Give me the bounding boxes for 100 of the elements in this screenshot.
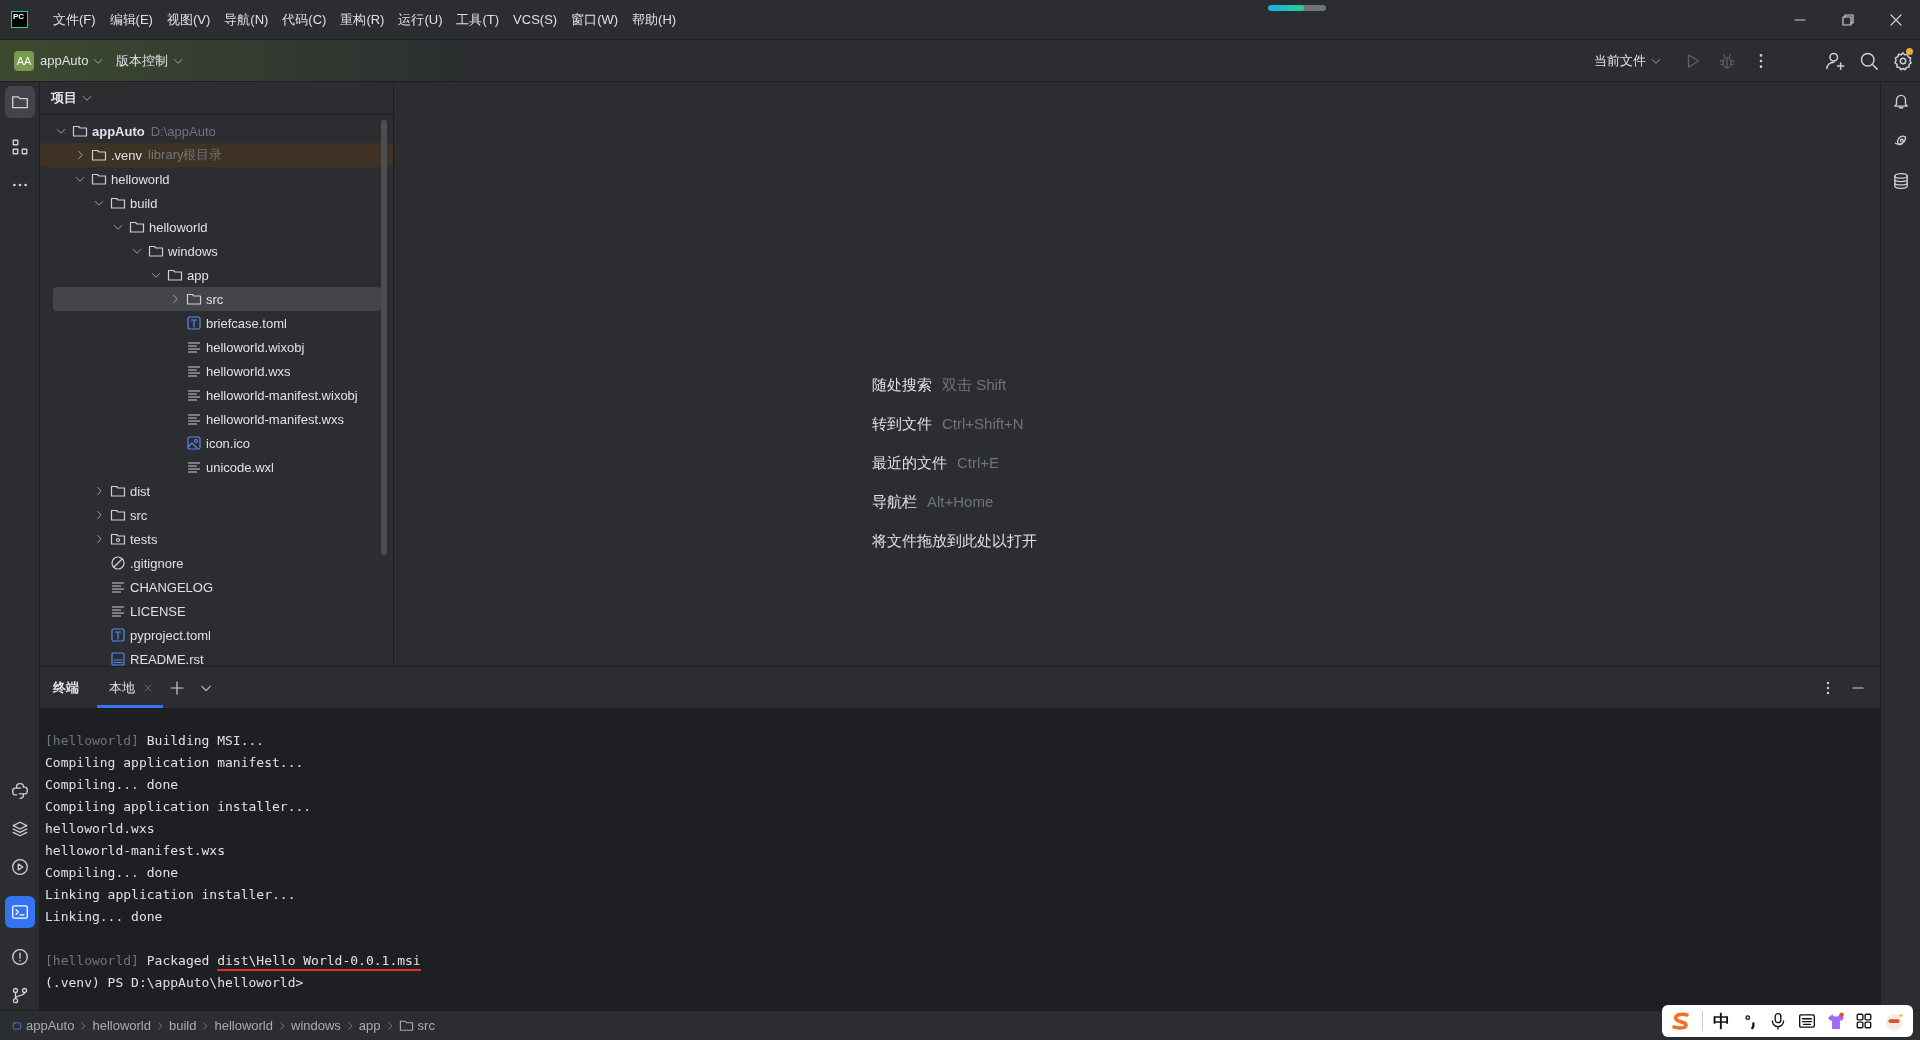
structure-icon[interactable] xyxy=(10,138,29,156)
toml-file-icon xyxy=(186,315,202,331)
tree-item[interactable]: build xyxy=(53,191,381,215)
tree-item[interactable]: appAuto D:\appAuto xyxy=(53,119,381,143)
breadcrumb[interactable]: helloworld xyxy=(92,1018,151,1033)
tree-item[interactable]: icon.ico xyxy=(53,431,381,455)
tree-item[interactable]: unicode.wxl xyxy=(53,455,381,479)
menu-item[interactable]: 文件(F) xyxy=(46,10,103,29)
menu-item[interactable]: 编辑(E) xyxy=(102,10,160,29)
terminal-line: helloworld-manifest.wxs xyxy=(45,843,225,858)
layers-icon[interactable] xyxy=(10,820,29,838)
tree-item[interactable]: helloworld xyxy=(53,167,381,191)
shortcut-text: Ctrl+E xyxy=(957,453,1000,473)
menu-item[interactable]: 重构(R) xyxy=(333,10,392,29)
tree-item[interactable]: helloworld.wixobj xyxy=(53,335,381,359)
tree-item[interactable]: helloworld xyxy=(53,215,381,239)
keyboard-icon[interactable] xyxy=(1798,1012,1816,1030)
breadcrumb[interactable]: app xyxy=(358,1018,381,1033)
menu-item[interactable]: 导航(N) xyxy=(217,10,276,29)
file-name: helloworld-manifest.wixobj xyxy=(206,387,358,403)
file-name: unicode.wxl xyxy=(206,459,274,475)
tree-item[interactable]: dist xyxy=(53,479,381,503)
hint-label: 随处搜索 xyxy=(872,375,932,395)
add-icon[interactable] xyxy=(169,679,185,696)
rst-file-icon xyxy=(110,651,126,666)
menu-item[interactable]: 运行(U) xyxy=(391,10,450,29)
tree-item[interactable]: helloworld.wxs xyxy=(53,359,381,383)
breadcrumb[interactable]: src xyxy=(398,1018,435,1033)
module-icon xyxy=(12,1020,22,1031)
database-icon[interactable] xyxy=(1891,172,1910,190)
breadcrumb[interactable]: windows xyxy=(291,1018,341,1033)
file-name: icon.ico xyxy=(206,435,251,451)
tree-item[interactable]: .venv library根目录 xyxy=(40,143,393,167)
tree-item[interactable]: README.rst xyxy=(53,647,381,666)
menu-item[interactable]: VCS(S) xyxy=(506,12,565,27)
panel-title[interactable]: 项目 xyxy=(51,89,77,107)
file-name: .gitignore xyxy=(130,555,184,571)
breadcrumb[interactable]: appAuto xyxy=(12,1018,75,1033)
tree-item[interactable]: windows xyxy=(53,239,381,263)
shirt-icon[interactable] xyxy=(1826,1012,1845,1030)
add-user-icon[interactable] xyxy=(1825,50,1845,71)
run-config-dropdown[interactable]: 当前文件 xyxy=(1588,47,1668,74)
file-name: pyproject.toml xyxy=(130,627,211,643)
tree-item[interactable]: helloworld-manifest.wixobj xyxy=(53,383,381,407)
hint-label: 最近的文件 xyxy=(872,453,947,473)
breadcrumb[interactable]: helloworld xyxy=(214,1018,273,1033)
tree-item[interactable]: briefcase.toml xyxy=(53,311,381,335)
menu-item[interactable]: 帮助(H) xyxy=(625,10,684,29)
terminal-line: Compiling... done xyxy=(45,865,179,880)
shortcut-text: Ctrl+Shift+N xyxy=(942,414,1024,434)
git-icon[interactable] xyxy=(10,986,29,1004)
input-mode-toggle[interactable]: 中 xyxy=(1713,1009,1731,1033)
folder-icon[interactable] xyxy=(10,93,29,111)
breadcrumb[interactable]: build xyxy=(169,1018,197,1033)
run-circle-icon[interactable] xyxy=(10,858,29,876)
folder-icon xyxy=(398,1018,414,1033)
tree-item[interactable]: pyproject.toml xyxy=(53,623,381,647)
tree-item[interactable]: LICENSE xyxy=(53,599,381,623)
tree-item[interactable]: CHANGELOG xyxy=(53,575,381,599)
menu-item[interactable]: 工具(T) xyxy=(449,10,507,29)
tree-item[interactable]: tests xyxy=(53,527,381,551)
terminal-line: [helloworld] Building MSI... xyxy=(45,733,265,748)
tree-item[interactable]: .gitignore xyxy=(53,551,381,575)
restore-icon[interactable] xyxy=(1840,11,1856,28)
file-name: src xyxy=(130,507,148,523)
ime-logo-icon[interactable] xyxy=(1671,1012,1692,1030)
settings-icon[interactable] xyxy=(1893,50,1913,71)
tree-item[interactable]: app xyxy=(53,263,381,287)
mascot-icon[interactable] xyxy=(1883,1011,1904,1031)
bell-icon[interactable] xyxy=(1891,92,1910,110)
terminal-tab[interactable]: 本地 xyxy=(97,667,163,708)
text-file-icon xyxy=(186,459,202,475)
tree-item[interactable]: helloworld-manifest.wxs xyxy=(53,407,381,431)
terminal-icon[interactable] xyxy=(10,903,29,921)
file-name: README.rst xyxy=(130,651,204,666)
tree-item[interactable]: src xyxy=(53,503,381,527)
file-name: helloworld-manifest.wxs xyxy=(206,411,344,427)
apps-grid-icon[interactable] xyxy=(1855,1012,1874,1030)
vcs-dropdown[interactable]: 版本控制 xyxy=(110,47,191,74)
folder-icon xyxy=(148,243,164,259)
terminal-line: Compiling application installer... xyxy=(45,799,312,814)
folder-icon xyxy=(110,195,126,211)
file-name: .venv xyxy=(111,147,143,163)
project-dropdown[interactable]: appAuto xyxy=(34,49,111,72)
search-icon[interactable] xyxy=(1859,50,1879,71)
menu-item[interactable]: 窗口(W) xyxy=(564,10,626,29)
hint-label: 导航栏 xyxy=(872,492,917,512)
file-name: appAuto xyxy=(92,123,145,139)
menu-item[interactable]: 代码(C) xyxy=(275,10,334,29)
toml-file-icon xyxy=(110,627,126,643)
file-name: src xyxy=(206,291,224,307)
python-icon[interactable] xyxy=(10,782,29,800)
app-logo[interactable]: PC xyxy=(11,11,28,28)
menu-item[interactable]: 视图(V) xyxy=(159,10,218,29)
terminal-line: Compiling application manifest... xyxy=(45,755,304,770)
path-hint: D:\appAuto xyxy=(150,123,216,139)
tree-item[interactable]: src xyxy=(53,287,381,311)
problems-icon[interactable] xyxy=(10,948,29,966)
folder-icon xyxy=(110,507,126,523)
ignore-file-icon xyxy=(110,555,126,571)
